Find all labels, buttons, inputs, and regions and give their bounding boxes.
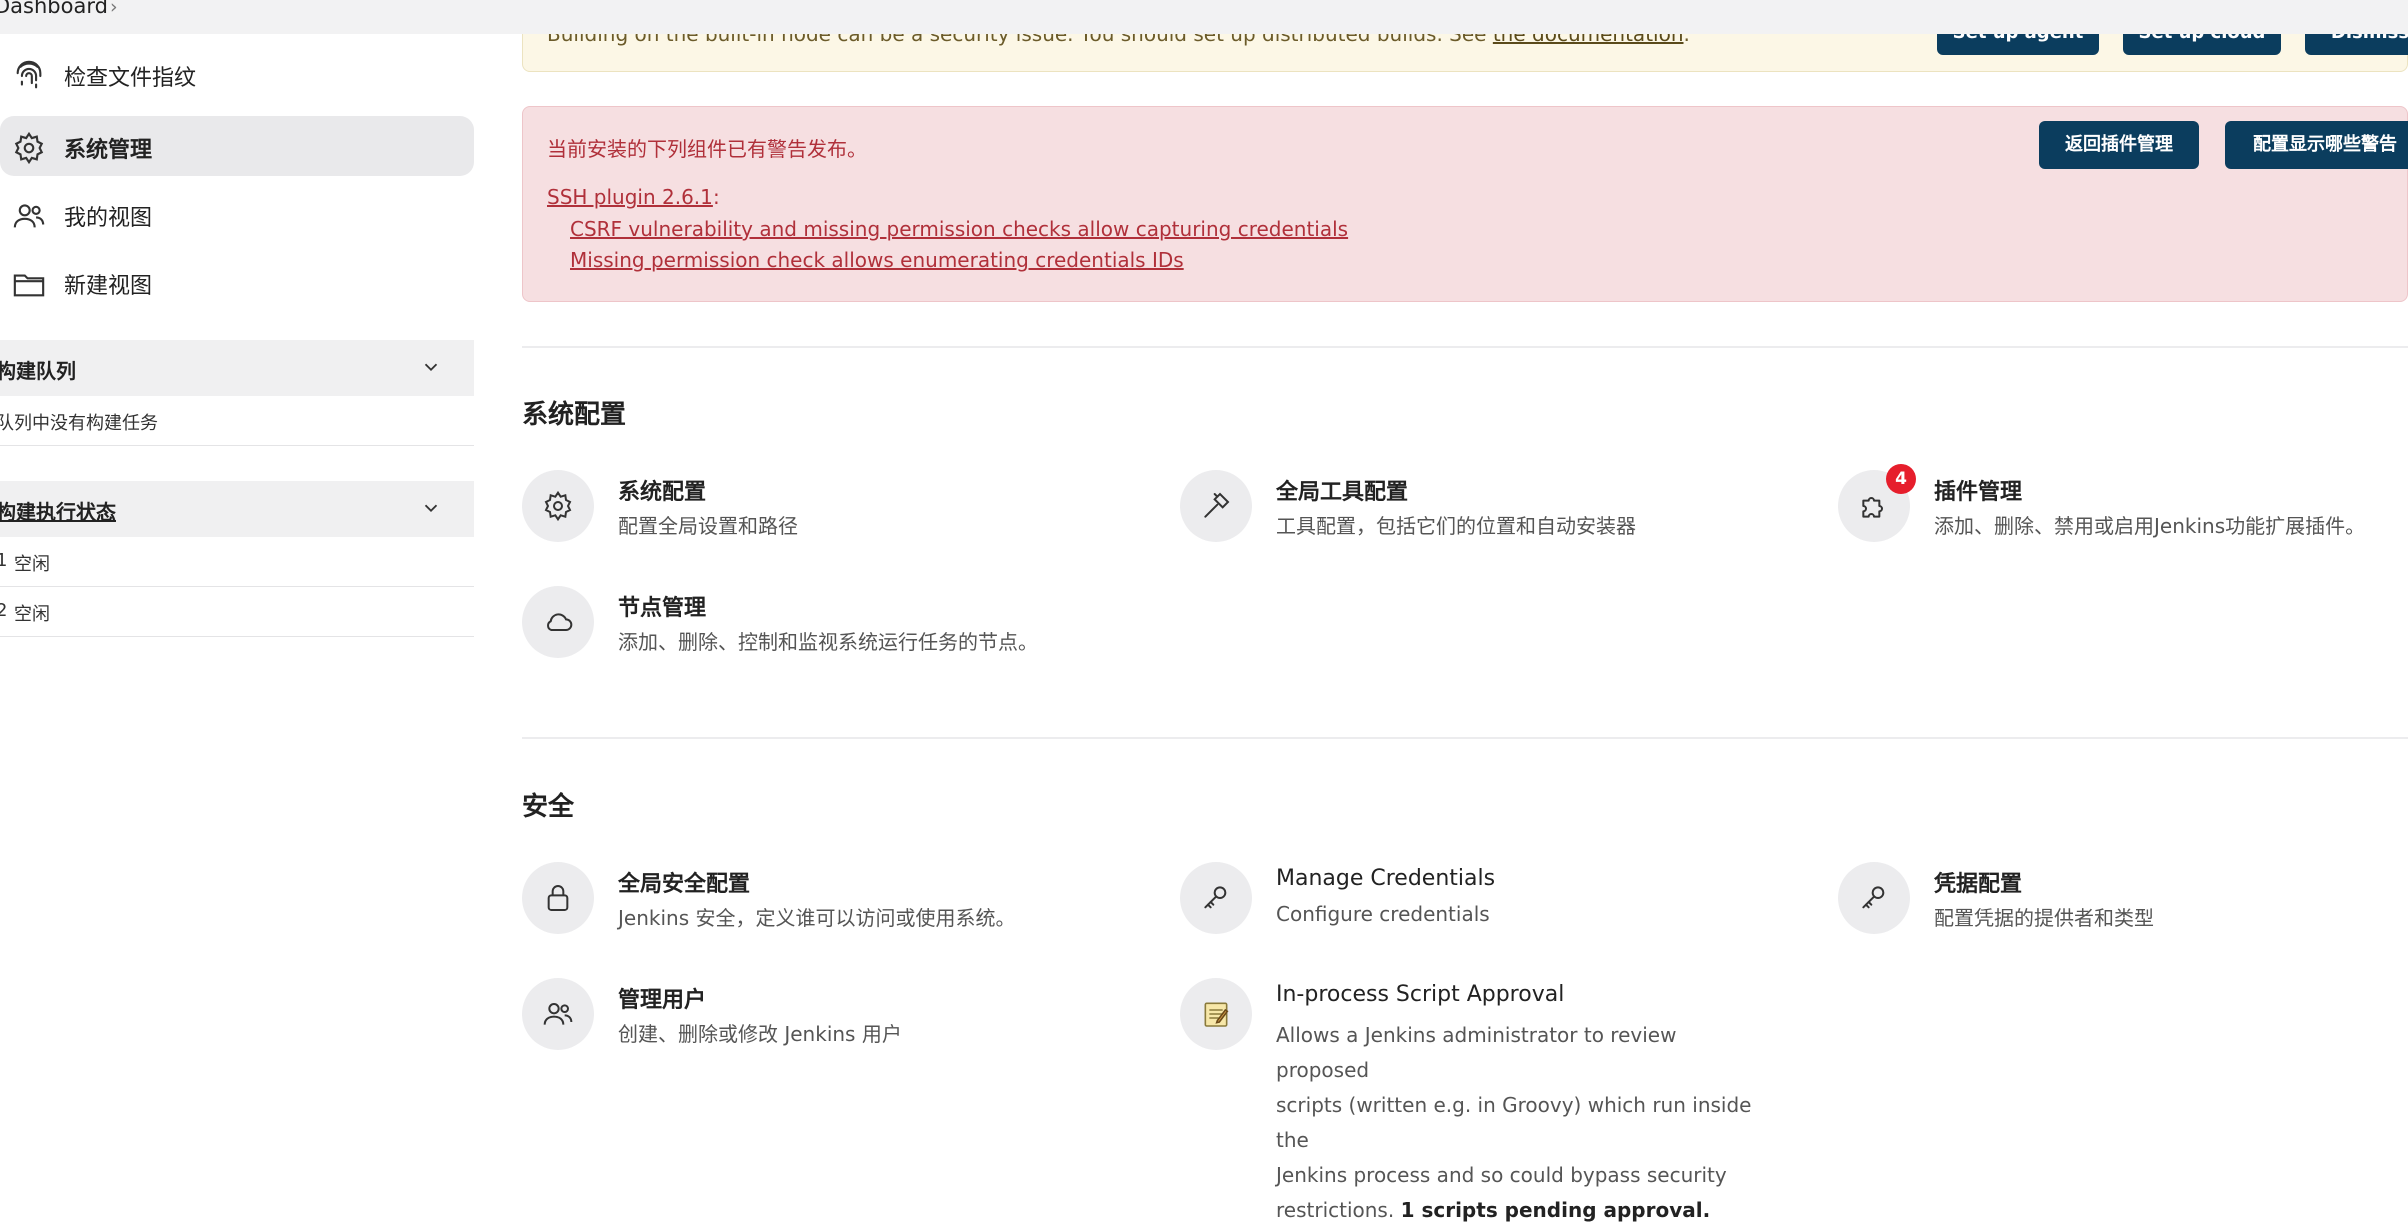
executor-number: 1 <box>0 550 8 571</box>
sidebar-item-manage-jenkins[interactable]: 系统管理 <box>0 116 474 176</box>
section-divider <box>522 346 2408 348</box>
manage-item-plugins[interactable]: 4 插件管理 添加、删除、禁用或启用Jenkins功能扩展插件。 <box>1838 464 2408 580</box>
build-queue-title: 构建队列 <box>0 359 76 383</box>
item-description: 工具配置，包括它们的位置和自动安装器 <box>1276 514 1636 538</box>
item-description: 创建、删除或修改 Jenkins 用户 <box>618 1022 902 1046</box>
sidebar-tasks: 检查文件指纹 系统管理 我的视图 新建视图 <box>0 34 476 324</box>
executor-status: 空闲 <box>14 554 50 575</box>
plugin-updates-badge: 4 <box>1886 464 1916 494</box>
item-title: In-process Script Approval <box>1276 982 1565 1007</box>
sidebar-item-label: 系统管理 <box>64 138 153 163</box>
item-description: Allows a Jenkins administrator to review… <box>1276 1023 1752 1222</box>
sidebar: 检查文件指纹 系统管理 我的视图 新建视图 构建队列 队列中没有构建任务 构建执… <box>0 34 476 637</box>
item-description: Jenkins 安全，定义谁可以访问或使用系统。 <box>618 906 1016 930</box>
executors-header[interactable]: 构建执行状态 <box>0 481 474 537</box>
sidebar-item-label: 新建视图 <box>64 274 153 299</box>
configure-warnings-button[interactable]: 配置显示哪些警告 <box>2225 121 2408 169</box>
section-title-security: 安全 <box>522 792 575 822</box>
permission-issue-link[interactable]: Missing permission check allows enumerat… <box>570 248 1184 272</box>
manage-item-configure-system[interactable]: 系统配置 配置全局设置和路径 <box>522 470 1122 580</box>
item-title: 全局安全配置 <box>618 872 751 897</box>
item-title: Manage Credentials <box>1276 866 1496 891</box>
item-description: 配置全局设置和路径 <box>618 514 798 538</box>
build-queue-header[interactable]: 构建队列 <box>0 340 474 396</box>
icon-circle <box>522 978 594 1050</box>
item-title: 凭据配置 <box>1934 872 2023 897</box>
item-title: 全局工具配置 <box>1276 480 1409 505</box>
plugin-warnings-alert: 当前安装的下列组件已有警告发布。 SSH plugin 2.6.1 : CSRF… <box>522 106 2408 302</box>
executor-number: 2 <box>0 600 8 621</box>
manage-item-global-tools[interactable]: 全局工具配置 工具配置，包括它们的位置和自动安装器 <box>1180 470 1780 580</box>
executor-row: 2 空闲 <box>0 587 474 637</box>
chevron-down-icon[interactable] <box>420 497 442 519</box>
puzzle-icon <box>1862 497 1883 518</box>
icon-circle: 4 <box>1838 464 1916 542</box>
plugin-warnings-title: 当前安装的下列组件已有警告发布。 <box>547 137 867 161</box>
icon-circle <box>522 862 594 934</box>
gear-icon <box>14 131 44 165</box>
sidebar-item-my-views[interactable]: 我的视图 <box>0 184 474 244</box>
item-title: 系统配置 <box>618 480 707 505</box>
build-queue-empty-text: 队列中没有构建任务 <box>0 413 158 434</box>
section-divider <box>522 737 2408 739</box>
manage-item-manage-credentials[interactable]: Manage Credentials Configure credentials <box>1180 862 1780 972</box>
item-description: 配置凭据的提供者和类型 <box>1934 906 2154 930</box>
pending-approval-count: 1 scripts pending approval. <box>1400 1198 1711 1222</box>
item-description: 添加、删除、禁用或启用Jenkins功能扩展插件。 <box>1934 514 2366 538</box>
manage-item-credential-providers[interactable]: 凭据配置 配置凭据的提供者和类型 <box>1838 862 2408 972</box>
ssh-plugin-link[interactable]: SSH plugin 2.6.1 <box>547 185 713 209</box>
fingerprint-icon <box>16 60 42 89</box>
manage-item-global-security[interactable]: 全局安全配置 Jenkins 安全，定义谁可以访问或使用系统。 <box>522 862 1122 972</box>
build-queue-empty: 队列中没有构建任务 <box>0 396 474 446</box>
plugin-colon: : <box>713 185 720 209</box>
icon-circle <box>1180 978 1252 1050</box>
csrf-issue-link[interactable]: CSRF vulnerability and missing permissio… <box>570 217 1348 241</box>
notepad-icon <box>1204 1002 1229 1027</box>
breadcrumb-chevron-icon[interactable]: › <box>110 0 118 18</box>
sidebar-item-label: 我的视图 <box>64 206 153 231</box>
back-to-plugin-manager-button[interactable]: 返回插件管理 <box>2039 121 2199 169</box>
executor-status: 空闲 <box>14 604 50 625</box>
sidebar-item-new-view[interactable]: 新建视图 <box>0 252 474 312</box>
users-icon <box>13 204 45 228</box>
item-title: 节点管理 <box>618 596 707 621</box>
manage-item-script-approval[interactable]: In-process Script Approval Allows a Jenk… <box>1180 978 1780 1222</box>
icon-circle <box>1838 862 1910 934</box>
chevron-down-icon[interactable] <box>420 356 442 378</box>
hammer-icon <box>1204 492 1230 518</box>
item-title: 插件管理 <box>1934 480 2023 505</box>
icon-circle <box>1180 862 1252 934</box>
item-description: 添加、删除、控制和监视系统运行任务的节点。 <box>618 630 1038 654</box>
item-description: Configure credentials <box>1276 902 1490 926</box>
executor-row: 1 空闲 <box>0 537 474 587</box>
main-content: Building on the built-in node can be a s… <box>522 0 2408 1222</box>
icon-circle <box>522 586 594 658</box>
users-icon <box>543 1003 573 1025</box>
manage-item-users[interactable]: 管理用户 创建、删除或修改 Jenkins 用户 <box>522 978 1122 1088</box>
icon-circle <box>1180 470 1252 542</box>
cloud-icon <box>547 613 573 631</box>
folder-icon <box>13 274 45 297</box>
sidebar-item-fingerprint[interactable]: 检查文件指纹 <box>0 44 474 104</box>
breadcrumb-dashboard[interactable]: Dashboard <box>0 0 108 18</box>
manage-item-nodes[interactable]: 节点管理 添加、删除、控制和监视系统运行任务的节点。 <box>522 586 1122 696</box>
gear-icon <box>544 490 572 522</box>
executors-title[interactable]: 构建执行状态 <box>0 496 116 525</box>
item-title: 管理用户 <box>618 988 707 1013</box>
breadcrumb-bar: Dashboard › <box>0 0 2408 34</box>
key-icon <box>1862 886 1885 909</box>
key-icon <box>1204 886 1227 909</box>
sidebar-item-label: 检查文件指纹 <box>64 66 197 91</box>
section-title-system-config: 系统配置 <box>522 400 627 430</box>
lock-icon <box>547 885 569 911</box>
icon-circle <box>522 470 594 542</box>
